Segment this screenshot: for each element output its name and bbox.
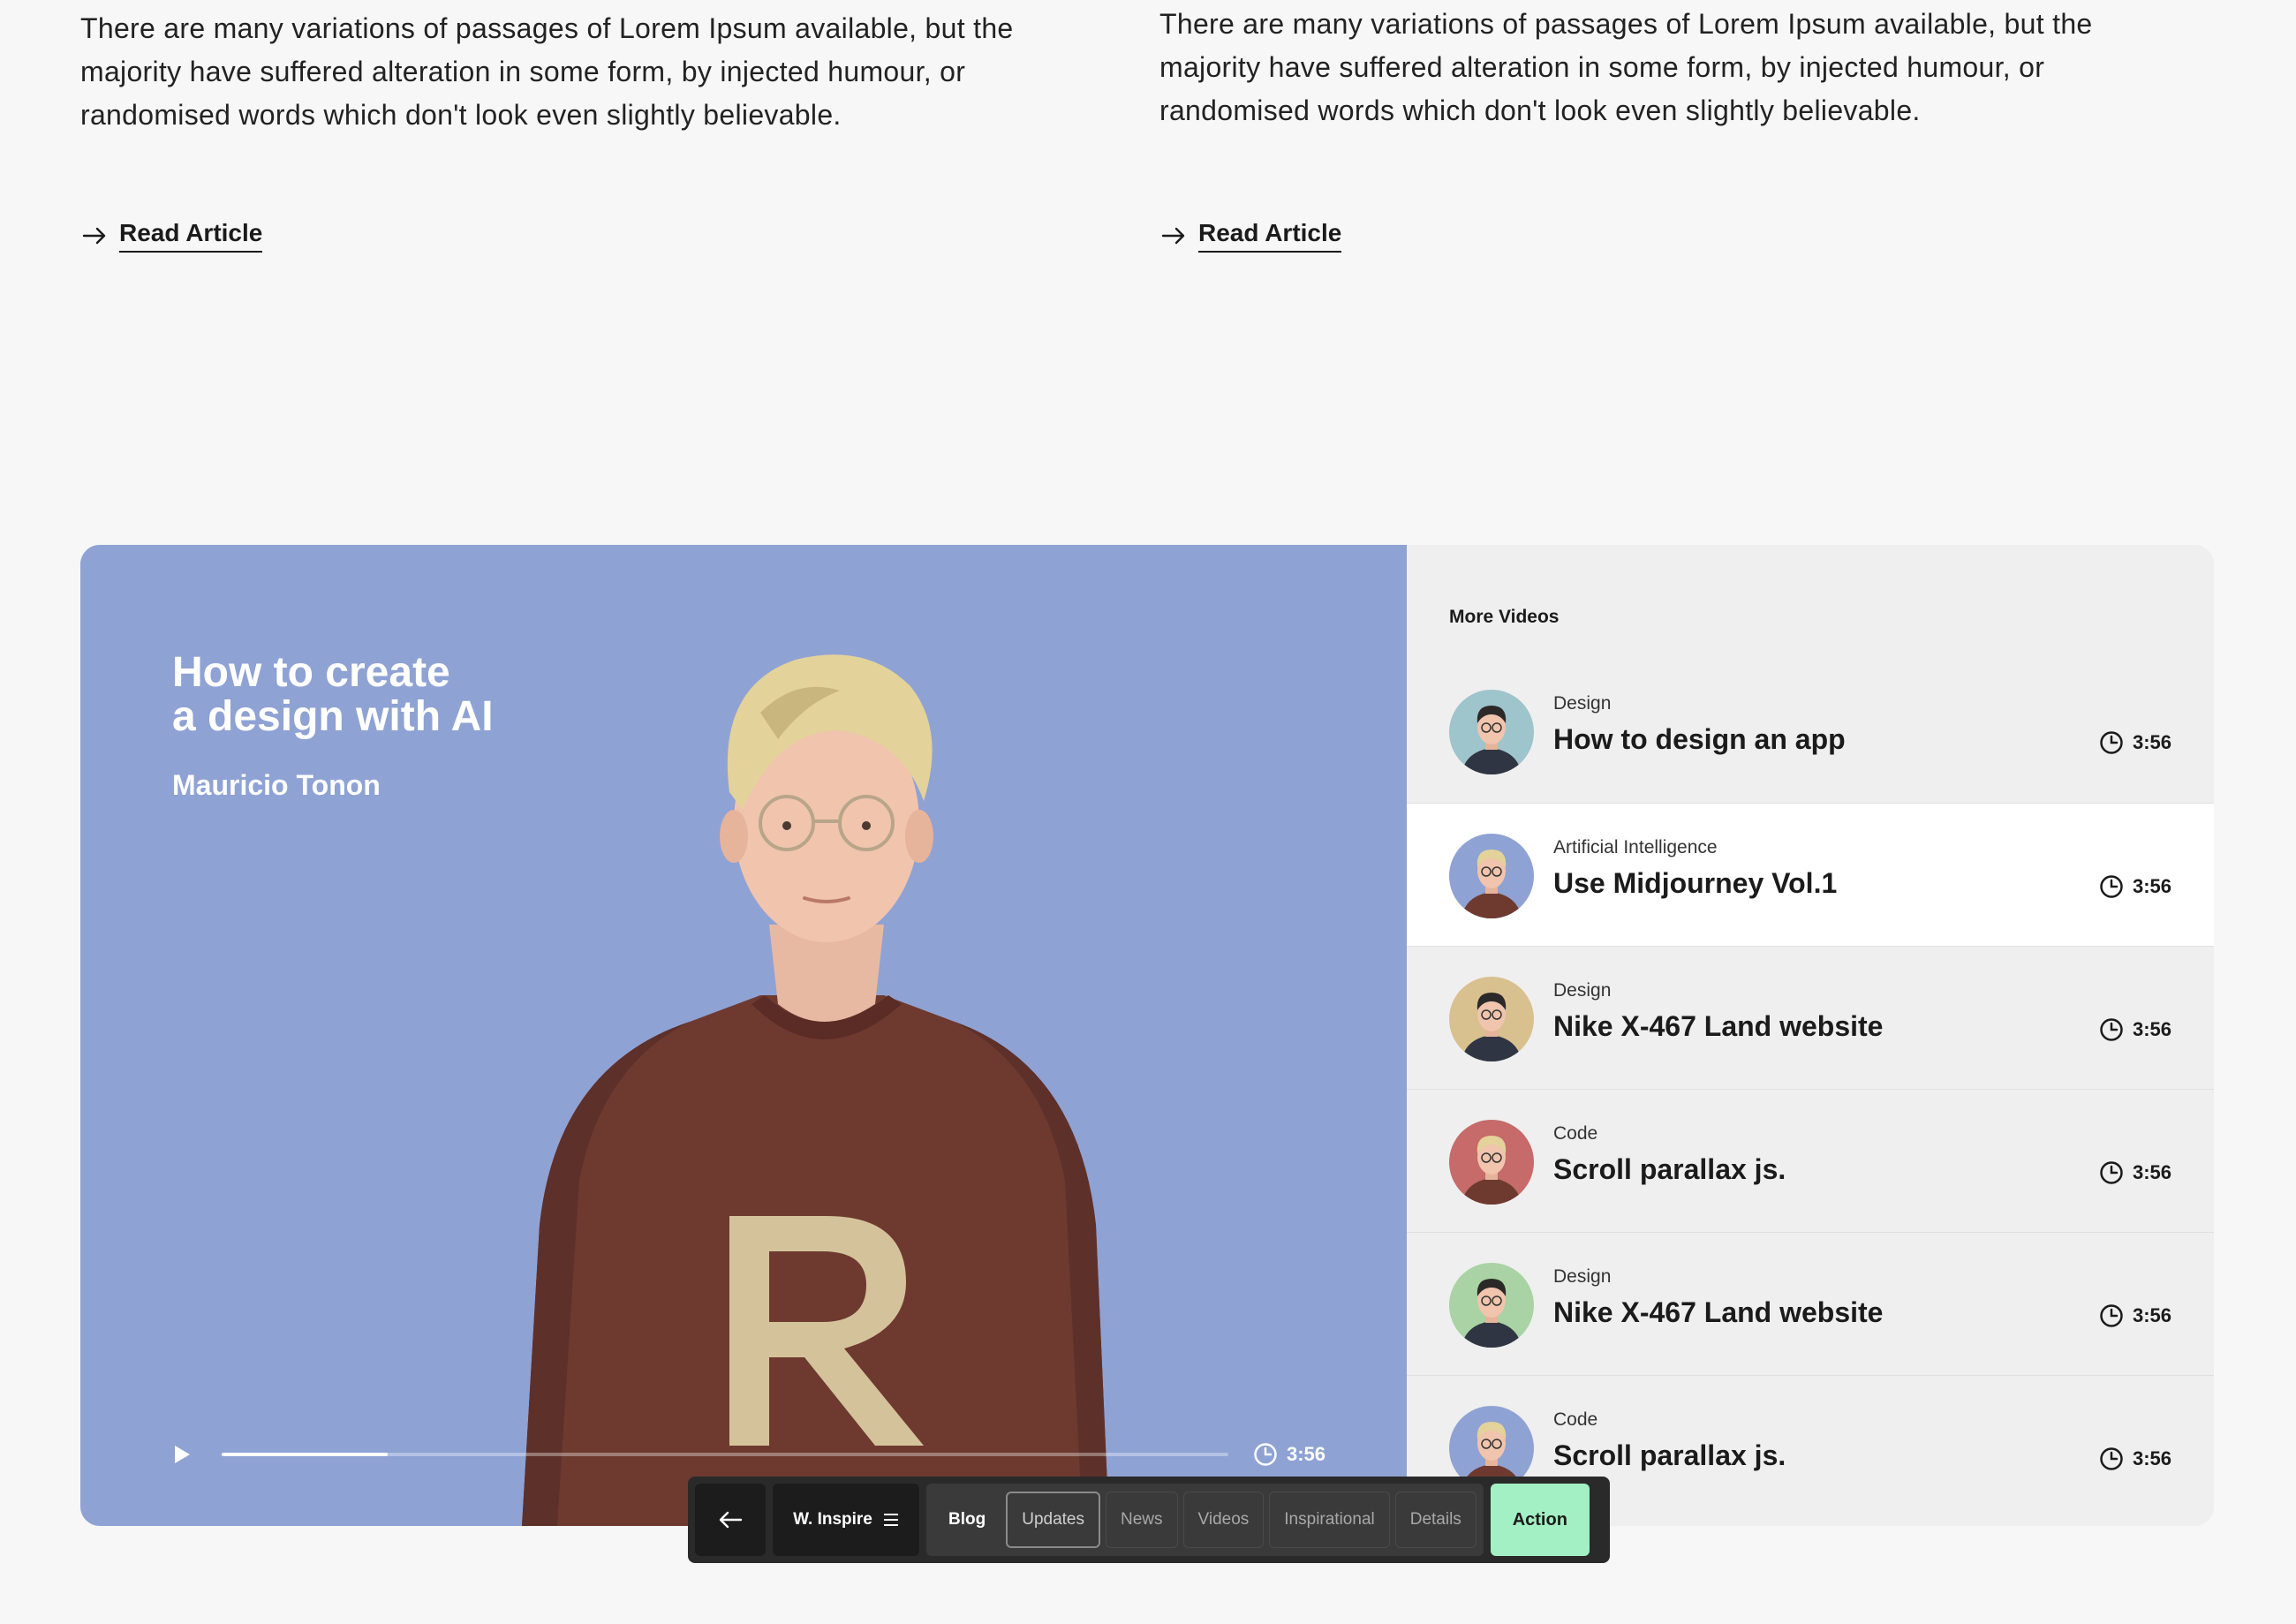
article-card: There are many variations of passages of… [1159, 0, 2149, 253]
read-article-label: Read Article [1198, 219, 1342, 253]
video-item-title: Nike X-467 Land website [1553, 1296, 1884, 1328]
video-item-title: Nike X-467 Land website [1553, 1010, 1884, 1042]
avatar [1449, 1263, 1534, 1348]
nav-item-details[interactable]: Details [1394, 1492, 1477, 1548]
clock-icon [1254, 1443, 1277, 1466]
presenter-portrait [522, 654, 1109, 1526]
video-item-duration: 3:56 [2099, 730, 2171, 755]
video-list-item[interactable]: Design Nike X-467 Land website 3:56 [1407, 946, 2214, 1089]
video-category: Code [1553, 1409, 1598, 1430]
progress-fill [222, 1453, 389, 1456]
video-item-title: Scroll parallax js. [1553, 1153, 1786, 1185]
avatar [1449, 977, 1534, 1061]
video-list-item[interactable]: Design How to design an app 3:56 [1407, 660, 2214, 803]
video-category: Design [1553, 1266, 1612, 1287]
nav-item-updates[interactable]: Updates [1006, 1492, 1100, 1548]
video-category: Design [1553, 980, 1612, 1001]
progress-bar[interactable] [222, 1453, 1228, 1456]
avatar [1449, 1120, 1534, 1205]
video-player[interactable]: How to create a design with AI Mauricio … [80, 545, 1407, 1526]
article-card: There are many variations of passages of… [80, 0, 1069, 253]
more-videos-panel: More Videos Design How to design an app … [1407, 545, 2214, 1526]
clock-icon [2100, 1447, 2123, 1470]
action-button[interactable]: Action [1490, 1484, 1590, 1556]
clock-icon [2100, 1304, 2123, 1327]
article-excerpt: There are many variations of passages of… [1159, 8, 2093, 126]
bottom-navbar: W. Inspire Blog Updates News Videos Inspirat… [688, 1477, 1610, 1563]
avatar [1449, 690, 1534, 774]
nav-item-inspirational[interactable]: Inspirational [1269, 1492, 1390, 1548]
video-list: Design How to design an app 3:56 Artific… [1407, 660, 2214, 1518]
nav-item-blog[interactable]: Blog [933, 1492, 1001, 1548]
brand-menu-button[interactable]: W. Inspire [773, 1484, 919, 1556]
arrow-right-icon [1161, 227, 1185, 245]
clock-icon [2100, 1018, 2123, 1041]
video-duration: 3:56 [1253, 1442, 1325, 1467]
video-item-title: Scroll parallax js. [1553, 1439, 1786, 1471]
video-list-item[interactable]: Design Nike X-467 Land website 3:56 [1407, 1232, 2214, 1375]
arrow-right-icon [82, 227, 106, 245]
video-item-duration: 3:56 [2099, 1017, 2171, 1042]
nav-item-videos[interactable]: Videos [1182, 1492, 1265, 1548]
video-list-item[interactable]: Code Scroll parallax js. 3:56 [1407, 1089, 2214, 1232]
video-list-item[interactable]: Artificial Intelligence Use Midjourney V… [1407, 803, 2214, 946]
back-button[interactable] [695, 1484, 766, 1556]
clock-icon [2100, 731, 2123, 754]
article-excerpt: There are many variations of passages of… [80, 12, 1014, 131]
hamburger-icon [883, 1514, 898, 1526]
video-item-duration: 3:56 [2099, 874, 2171, 899]
blond-man-portrait-icon [1449, 1120, 1534, 1205]
clock-icon [2100, 1161, 2123, 1184]
nav-item-news[interactable]: News [1106, 1492, 1178, 1548]
video-item-duration: 3:56 [2099, 1160, 2171, 1185]
more-videos-heading: More Videos [1449, 607, 1560, 627]
read-article-link[interactable]: Read Article [80, 219, 263, 253]
video-category: Code [1553, 1123, 1598, 1144]
video-item-duration: 3:56 [2099, 1446, 2171, 1471]
video-item-title: Use Midjourney Vol.1 [1553, 867, 1838, 899]
video-author: Mauricio Tonon [172, 769, 381, 801]
video-section: How to create a design with AI Mauricio … [80, 545, 2214, 1526]
video-category: Artificial Intelligence [1553, 837, 1718, 857]
read-article-label: Read Article [119, 219, 263, 253]
page: There are many variations of passages of… [0, 0, 2296, 1624]
man-portrait-icon [1449, 1263, 1534, 1348]
read-article-link[interactable]: Read Article [1159, 219, 1342, 253]
clock-icon [2100, 875, 2123, 898]
brand-label: W. Inspire [793, 1510, 872, 1529]
play-icon [175, 1446, 190, 1463]
blond-man-portrait-icon [1449, 834, 1534, 918]
video-item-duration: 3:56 [2099, 1303, 2171, 1328]
nav-links: Blog Updates News Videos Inspirational Detail… [926, 1484, 1484, 1556]
play-button[interactable] [169, 1441, 195, 1468]
avatar [1449, 834, 1534, 918]
arrow-left-icon [719, 1511, 743, 1529]
man-portrait-icon [1449, 690, 1534, 774]
video-controls: 3:56 [169, 1437, 1327, 1472]
video-category: Design [1553, 693, 1612, 714]
video-item-title: How to design an app [1553, 723, 1846, 755]
man-portrait-icon [1449, 977, 1534, 1061]
